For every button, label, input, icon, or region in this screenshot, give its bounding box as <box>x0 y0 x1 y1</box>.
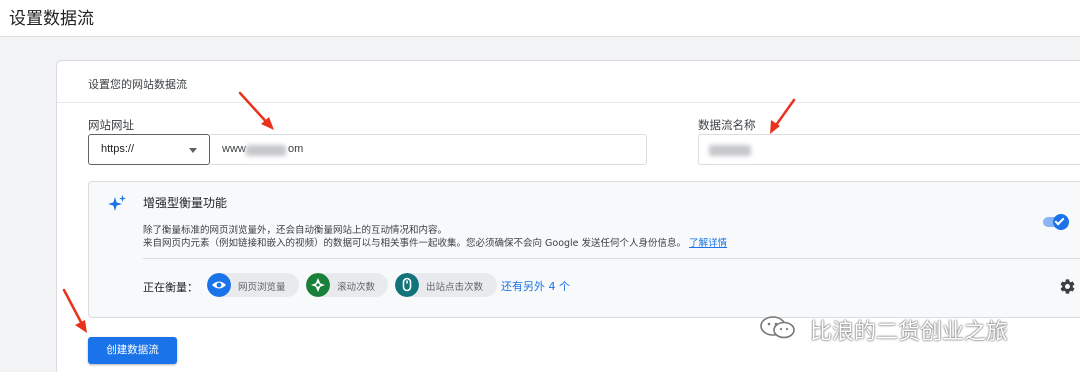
create-stream-button[interactable]: 创建数据流 <box>88 337 177 364</box>
stream-name-input[interactable] <box>698 134 1080 165</box>
mouse-icon <box>395 273 419 297</box>
sparkle-icon <box>108 195 126 211</box>
enhanced-measurement-desc-1: 除了衡量标准的网页浏览量外，还会自动衡量网站上的互动情况和内容。 <box>143 225 448 236</box>
event-chip-label: 网页浏览量 <box>238 282 286 293</box>
page-title: 设置数据流 <box>9 9 94 29</box>
learn-more-link[interactable]: 了解详情 <box>689 238 727 249</box>
website-url-input[interactable]: www om <box>210 134 647 165</box>
check-icon <box>1054 215 1065 226</box>
protocol-select[interactable]: https:// <box>88 134 210 165</box>
divider <box>143 258 1080 259</box>
redacted-blur <box>709 145 751 156</box>
enhanced-measurement-title: 增强型衡量功能 <box>143 196 228 210</box>
website-url-label: 网站网址 <box>88 118 134 132</box>
desc-2-text: 来自网页内元素（例如链接和嵌入的视频）的数据可以与相关事件一起收集。您必须确保不… <box>143 238 687 249</box>
event-chip-page-views: 网页浏览量 <box>207 273 299 297</box>
enhanced-measurement-toggle[interactable] <box>1043 214 1071 230</box>
watermark: 比浪的二货创业之旅 <box>758 312 1058 345</box>
card-header: 设置您的网站数据流 <box>57 61 1080 103</box>
measuring-label: 正在衡量： <box>143 281 198 294</box>
stream-name-label: 数据流名称 <box>698 118 756 132</box>
event-chip-scrolls: 滚动次数 <box>306 273 388 297</box>
url-value-prefix: www <box>222 143 246 155</box>
redacted-blur <box>246 145 286 156</box>
top-bar: 设置数据流 <box>0 0 1080 37</box>
more-events-link[interactable]: 还有另外 4 个 <box>501 278 570 294</box>
toggle-thumb <box>1053 214 1069 230</box>
url-value-suffix: om <box>288 143 304 155</box>
card-title: 设置您的网站数据流 <box>88 78 187 91</box>
protocol-value: https:// <box>101 143 135 155</box>
event-chip-label: 滚动次数 <box>337 282 376 293</box>
event-chip-outbound-clicks: 出站点击次数 <box>395 273 497 297</box>
wechat-icon <box>760 316 795 339</box>
chevron-down-icon <box>189 148 197 153</box>
watermark-text: 比浪的二货创业之旅 <box>810 320 1009 345</box>
event-chip-label: 出站点击次数 <box>426 282 484 293</box>
eye-icon <box>207 273 231 297</box>
compass-icon <box>306 273 330 297</box>
enhanced-measurement-panel: 增强型衡量功能 除了衡量标准的网页浏览量外，还会自动衡量网站上的互动情况和内容。… <box>88 181 1080 318</box>
enhanced-measurement-desc-2: 来自网页内元素（例如链接和嵌入的视频）的数据可以与相关事件一起收集。您必须确保不… <box>143 235 727 249</box>
gear-icon[interactable] <box>1059 278 1076 295</box>
